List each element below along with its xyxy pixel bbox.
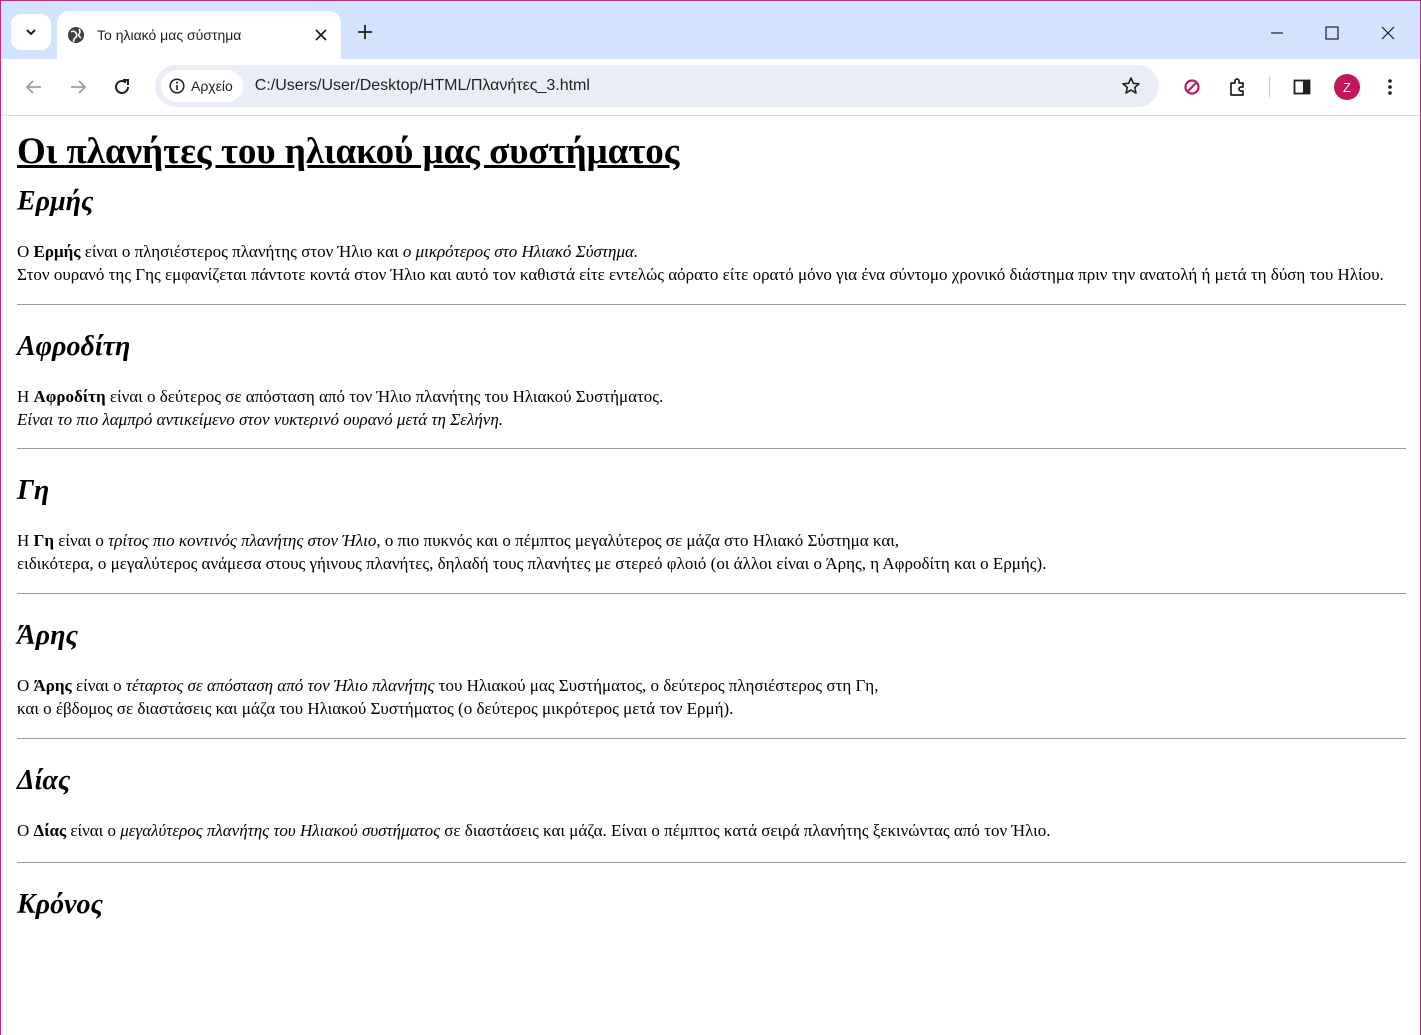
paragraph: Ο Ερμής είναι ο πλησιέστερος πλανήτης στ… [17,240,1406,286]
section-earth: Γη Η Γη είναι ο τρίτος πιο κοντινός πλαν… [17,473,1406,594]
section-jupiter: Δίας Ο Δίας είναι ο μεγαλύτερος πλανήτης… [17,763,1406,863]
page-title: Οι πλανήτες του ηλιακού μας συστήματος [17,131,680,172]
side-panel-button[interactable] [1288,73,1316,101]
side-panel-icon [1293,79,1311,95]
url-text[interactable]: C:/Users/User/Desktop/HTML/Πλανήτες_3.ht… [255,77,1117,95]
minimize-icon [1271,32,1283,34]
section-title: Αφροδίτη [17,331,131,362]
paragraph: Η Γη είναι ο τρίτος πιο κοντινός πλανήτη… [17,529,1406,575]
tab-active[interactable]: Το ηλιακό μας σύστημα [57,11,341,59]
text: και ο έβδομος σε διαστάσεις και μάζα του… [17,699,734,718]
maximize-button[interactable] [1318,19,1346,47]
info-icon [169,78,185,94]
text: Ο [17,242,34,261]
chevron-down-icon [26,29,36,36]
text: Η [17,531,34,550]
more-vert-icon [1388,79,1392,95]
italic-text: ο μικρότερος στο Ηλιακό Σύστημα. [402,242,639,261]
section-saturn: Κρόνος [17,887,1406,923]
bold-text: Άρης [33,676,72,695]
bold-text: Ερμής [33,242,81,261]
site-info-label: Αρχείο [191,78,233,94]
text: είναι ο [71,676,126,695]
text: Ο [17,676,34,695]
minimize-button[interactable] [1263,19,1291,47]
text: ειδικότερα, ο μεγαλύτερος ανάμεσα στους … [17,554,1047,573]
text: σε διαστάσεις και μάζα. Είναι ο πέμπτος … [440,821,1051,840]
forward-button[interactable] [64,73,92,101]
toolbar-separator [1269,77,1270,97]
puzzle-icon [1230,78,1244,96]
section-title: Δίας [17,765,71,796]
toolbar: Αρχείο C:/Users/User/Desktop/HTML/Πλανήτ… [1,59,1420,116]
reload-button[interactable] [108,73,136,101]
section-title: Κρόνος [17,889,104,920]
italic-text: τρίτος πιο κοντινός πλανήτης στον Ήλιο, [108,531,381,550]
globe-icon [68,27,84,43]
paragraph: Ο Άρης είναι ο τέταρτος σε απόσταση από … [17,674,1406,720]
bold-text: Δίας [33,821,67,840]
section-mercury: Ερμής Ο Ερμής είναι ο πλησιέστερος πλανή… [17,184,1406,305]
section-venus: Αφροδίτη Η Αφροδίτη είναι ο δεύτερος σε … [17,329,1406,449]
arrow-left-icon [25,80,41,94]
menu-button[interactable] [1376,73,1404,101]
section-title: Ερμής [17,186,94,217]
paragraph: Η Αφροδίτη είναι ο δεύτερος σε απόσταση … [17,385,1406,431]
tab-strip: Το ηλιακό μας σύστημα [1,1,1420,59]
plus-icon [358,25,372,39]
tab-search-button[interactable] [11,14,51,50]
divider [17,448,1406,449]
text: ο πιο πυκνός και ο πέμπτος μεγαλύτερος σ… [380,531,900,550]
divider [17,304,1406,305]
close-tab-icon[interactable] [309,23,333,47]
paragraph: Ο Δίας είναι ο μεγαλύτερος πλανήτης του … [17,819,1406,842]
arrow-right-icon [71,80,87,94]
italic-text: Είναι το πιο λαμπρό αντικείμενο στον νυκ… [17,410,504,429]
divider [17,593,1406,594]
maximize-icon [1325,26,1339,40]
italic-text: μεγαλύτερος πλανήτης του Ηλιακού συστήμα… [120,821,440,840]
italic-text: τέταρτος σε απόσταση από τον Ήλιο πλανήτ… [125,676,435,695]
text: είναι ο πλησιέστερος πλανήτης στον Ήλιο … [80,242,403,261]
browser-window: Το ηλιακό μας σύστημα Αρχείο C:/Users/Us… [0,0,1421,1035]
text: είναι ο δεύτερος σε απόσταση από τον Ήλι… [105,387,664,406]
close-icon [1381,26,1395,40]
page-content: Οι πλανήτες του ηλιακού μας συστήματος Ε… [1,116,1420,1035]
text: Ο [17,821,34,840]
extensions-button[interactable] [1223,73,1251,101]
divider [17,738,1406,739]
close-window-button[interactable] [1374,19,1402,47]
text: Στον ουρανό της Γης εμφανίζεται πάντοτε … [17,265,1384,284]
text: είναι ο [66,821,121,840]
section-mars: Άρης Ο Άρης είναι ο τέταρτος σε απόσταση… [17,618,1406,739]
back-button[interactable] [20,73,48,101]
text: είναι ο [54,531,109,550]
reload-icon [115,79,129,94]
bookmark-button[interactable] [1117,72,1145,100]
site-info-chip[interactable]: Αρχείο [161,70,243,102]
bold-text: Γη [33,531,55,550]
section-title: Γη [17,475,50,506]
divider [17,862,1406,863]
star-icon [1122,77,1140,94]
text: Η [17,387,34,406]
text: του Ηλιακού μας Συστήματος, ο δεύτερος π… [434,676,879,695]
profile-avatar[interactable]: Z [1334,74,1360,100]
blocker-extension-button[interactable] [1178,73,1206,101]
bold-text: Αφροδίτη [33,387,106,406]
section-title: Άρης [17,620,78,651]
address-bar[interactable]: Αρχείο C:/Users/User/Desktop/HTML/Πλανήτ… [155,65,1159,107]
tab-title: Το ηλιακό μας σύστημα [97,27,242,43]
new-tab-button[interactable] [353,20,377,44]
block-icon [1184,79,1200,95]
